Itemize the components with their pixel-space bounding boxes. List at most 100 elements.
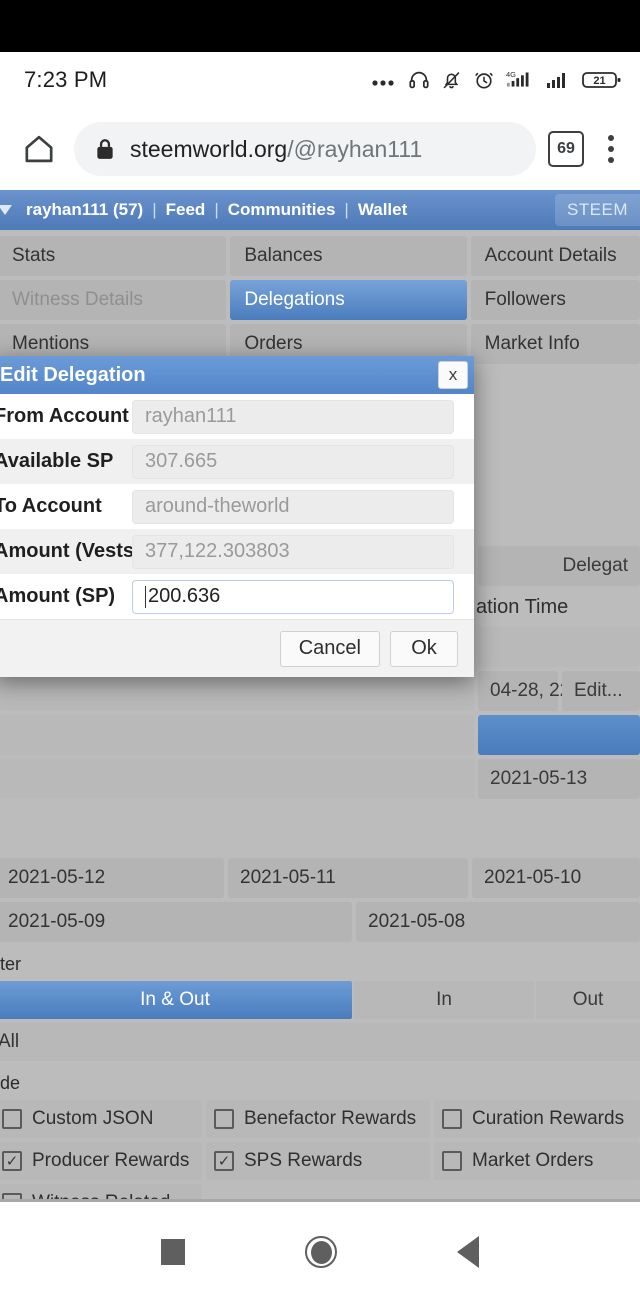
- checkbox-witness-related[interactable]: Witness Related: [0, 1184, 202, 1199]
- kebab-dot: [608, 157, 614, 163]
- tab-balances[interactable]: Balances: [230, 236, 467, 276]
- nav-link-communities[interactable]: Communities: [228, 200, 336, 220]
- delegation-col-header[interactable]: Delegat: [478, 546, 640, 586]
- tab-market-info[interactable]: Market Info: [470, 324, 640, 364]
- date-cell[interactable]: 2021-05-11: [228, 858, 468, 898]
- tab-stats[interactable]: Stats: [0, 236, 227, 276]
- checkbox-box: [442, 1151, 462, 1171]
- checkbox-label: Market Orders: [472, 1150, 594, 1171]
- amount-vests-input[interactable]: 377,122.303803: [132, 534, 454, 569]
- table-row: 2021-05-13: [0, 759, 640, 799]
- table-row-highlighted[interactable]: [478, 715, 640, 755]
- nav-separator: |: [152, 200, 157, 219]
- dialog-field-row: Amount (Vests) 377,122.303803: [0, 529, 474, 574]
- dialog-footer: Cancel Ok: [0, 619, 474, 677]
- segment-out[interactable]: Out: [536, 981, 640, 1019]
- date-cell[interactable]: 2021-05-08: [356, 902, 640, 942]
- hide-section-label: lde: [0, 1073, 21, 1093]
- headset-icon: [409, 71, 429, 89]
- from-account-input[interactable]: rayhan111: [132, 399, 454, 434]
- dialog-field-row: Available SP 307.665: [0, 439, 474, 484]
- android-nav-bar: [0, 1202, 640, 1299]
- table-row: [0, 715, 640, 755]
- checkbox-box: [2, 1193, 22, 1199]
- browser-menu-button[interactable]: [596, 135, 626, 163]
- available-sp-input[interactable]: 307.665: [132, 444, 454, 479]
- table-cell-blank: [0, 715, 474, 755]
- date-cell[interactable]: 2021-05-09: [0, 902, 352, 942]
- checkbox-curation-rewards[interactable]: Curation Rewards: [434, 1100, 640, 1138]
- circle-home-icon[interactable]: [305, 1236, 337, 1268]
- page-viewport: rayhan111 (57) | Feed | Communities | Wa…: [0, 190, 640, 1199]
- section-lower-content: 2021-05-12 2021-05-11 2021-05-10 2021-05…: [0, 858, 640, 1199]
- checkbox-benefactor-rewards[interactable]: Benefactor Rewards: [206, 1100, 430, 1138]
- alarm-clock-icon: [475, 72, 493, 89]
- home-icon: [25, 135, 53, 163]
- status-bar: 7:23 PM 4G 21: [0, 52, 640, 108]
- battery-icon: 21: [582, 72, 621, 88]
- filter-all-row[interactable]: All: [0, 1023, 640, 1061]
- hide-checkbox-grid: Custom JSON Benefactor Rewards Curation …: [0, 1100, 640, 1199]
- browser-toolbar: steemworld.org/@rayhan111 69: [0, 108, 640, 190]
- nav-username[interactable]: rayhan111 (57): [26, 200, 143, 220]
- tab-delegations[interactable]: Delegations: [230, 280, 467, 320]
- text-caret: [145, 585, 146, 608]
- segment-in[interactable]: In: [354, 981, 534, 1019]
- checkbox-producer-rewards[interactable]: ✓ Producer Rewards: [0, 1142, 202, 1180]
- segment-in-and-out[interactable]: In & Out: [0, 981, 352, 1019]
- date-row: 2021-05-09 2021-05-08: [0, 902, 640, 942]
- nav-separator: |: [214, 200, 219, 219]
- dialog-title-bar: Edit Delegation x: [0, 356, 474, 394]
- triangle-back-icon[interactable]: [457, 1236, 479, 1268]
- tab-followers[interactable]: Followers: [470, 280, 640, 320]
- tab-account-details[interactable]: Account Details: [470, 236, 640, 276]
- delegation-date: 04-28, 22:: [478, 671, 576, 711]
- tab-witness-details[interactable]: Witness Details: [0, 280, 227, 320]
- dialog-field-row: From Account rayhan111: [0, 394, 474, 439]
- checkbox-label: Witness Related: [32, 1192, 170, 1199]
- edit-delegation-button[interactable]: Edit...: [562, 671, 640, 711]
- checkbox-box: ✓: [214, 1151, 234, 1171]
- date-cell[interactable]: 2021-05-12: [0, 858, 224, 898]
- phone-screen: 7:23 PM 4G 21 steemworld.org/@rayhan111 …: [0, 0, 640, 1299]
- checkbox-sps-rewards[interactable]: ✓ SPS Rewards: [206, 1142, 430, 1180]
- checkbox-box: [442, 1109, 462, 1129]
- date-row: 2021-05-12 2021-05-11 2021-05-10: [0, 858, 640, 898]
- table-cell-blank: [478, 627, 640, 667]
- checkbox-label: Curation Rewards: [472, 1108, 625, 1129]
- filter-section-label: lter: [0, 954, 22, 974]
- nav-link-wallet[interactable]: Wallet: [358, 200, 407, 220]
- checkbox-custom-json[interactable]: Custom JSON: [0, 1100, 202, 1138]
- amount-sp-value: 200.636: [148, 585, 221, 607]
- home-dot: [310, 1240, 332, 1264]
- signal-icon: [547, 73, 565, 88]
- field-label-amount-vests: Amount (Vests): [0, 540, 141, 562]
- checkbox-box: [2, 1109, 22, 1129]
- checkbox-label: Benefactor Rewards: [244, 1108, 417, 1129]
- close-icon[interactable]: x: [438, 361, 468, 389]
- status-icon-group: 4G 21: [371, 69, 622, 91]
- bell-muted-icon: [443, 72, 460, 89]
- date-cell[interactable]: 2021-05-10: [472, 858, 640, 898]
- amount-sp-input[interactable]: 200.636: [132, 579, 454, 614]
- url-text: steemworld.org/@rayhan111: [130, 136, 422, 163]
- table-cell-blank: [0, 759, 474, 799]
- dialog-field-row: Amount (SP) 200.636: [0, 574, 474, 619]
- section-tab-grid: Stats Balances Account Details Witness D…: [0, 230, 640, 364]
- to-account-input[interactable]: around-theworld: [132, 489, 454, 524]
- dialog-field-row: To Account around-theworld: [0, 484, 474, 529]
- tab-counter-button[interactable]: 69: [548, 131, 584, 167]
- square-recents-icon[interactable]: [161, 1239, 185, 1265]
- nav-link-feed[interactable]: Feed: [166, 200, 206, 220]
- checkbox-label: Custom JSON: [32, 1108, 154, 1129]
- cancel-button[interactable]: Cancel: [279, 630, 380, 667]
- checkbox-market-orders[interactable]: Market Orders: [434, 1142, 640, 1180]
- ok-button[interactable]: Ok: [390, 630, 458, 667]
- filter-all-label: All: [0, 1031, 20, 1052]
- home-button[interactable]: [16, 126, 62, 172]
- steem-badge[interactable]: STEEM: [554, 194, 640, 226]
- field-label-from-account: From Account: [0, 405, 129, 427]
- checkbox-label: SPS Rewards: [244, 1150, 363, 1171]
- address-bar[interactable]: steemworld.org/@rayhan111: [74, 122, 536, 176]
- checkbox-row: Custom JSON Benefactor Rewards Curation …: [0, 1100, 640, 1138]
